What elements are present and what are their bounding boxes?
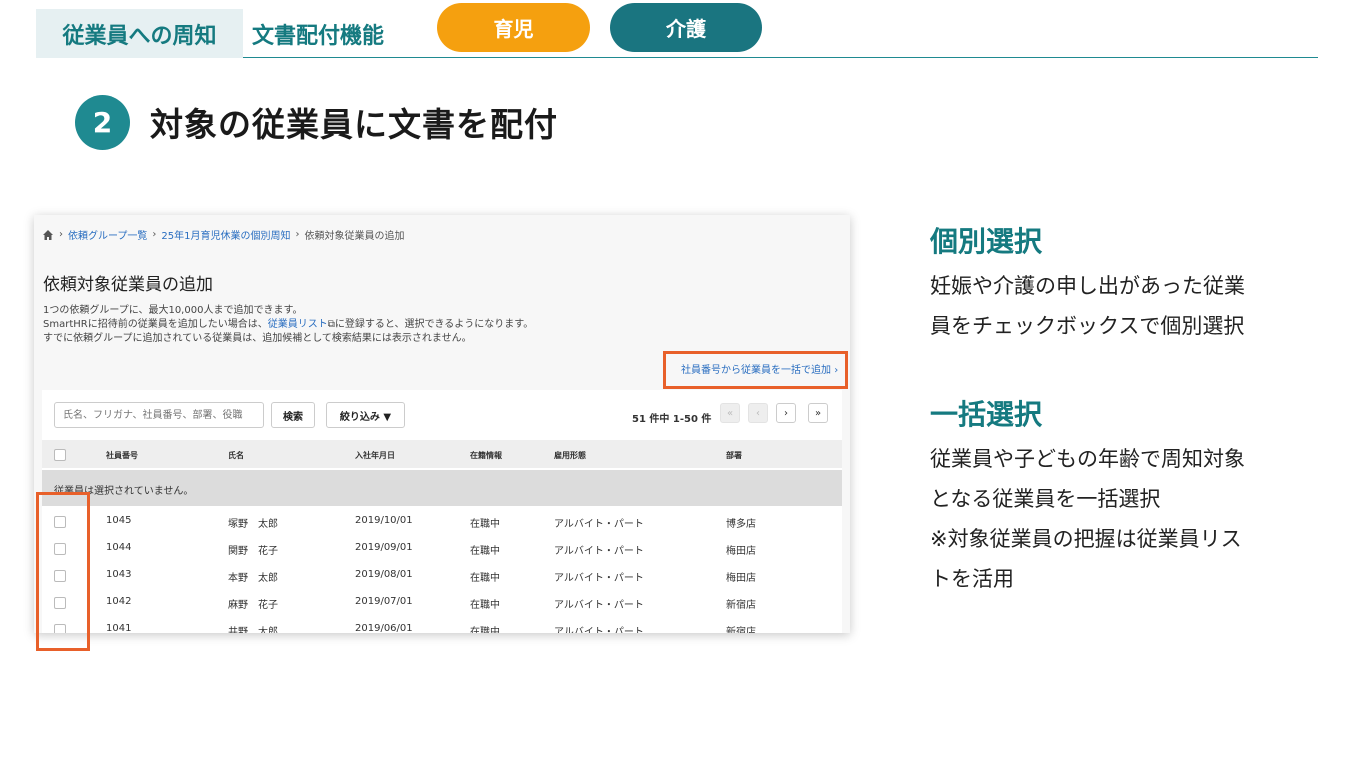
column-header: 氏名 — [228, 451, 244, 460]
table-header: 社員番号 氏名 入社年月日 在籍情報 雇用形態 部署 — [42, 440, 842, 468]
body-line: 妊娠や介護の申し出があった従業 — [930, 274, 1245, 298]
column-header: 入社年月日 — [355, 451, 395, 460]
body-line: ※対象従業員の把握は従業員リス — [930, 527, 1242, 551]
body-line: トを活用 — [930, 567, 1014, 591]
cell-type: アルバイト・パート — [554, 627, 644, 633]
step-number-badge: 2 — [75, 95, 130, 150]
result-count: 51 件中 1-50 件 — [632, 414, 712, 425]
cell-status: 在職中 — [470, 573, 500, 584]
app-screenshot-panel: › 依頼グループ一覧 › 25年1月育児休業の個別周知 › 依頼対象従業員の追加… — [34, 215, 850, 633]
cell-status: 在職中 — [470, 600, 500, 611]
note-text: SmartHRに招待前の従業員を追加したい場合は、 — [43, 319, 268, 330]
cell-date: 2019/09/01 — [355, 542, 413, 553]
home-icon[interactable] — [42, 229, 54, 241]
breadcrumb-request-groups[interactable]: 依頼グループ一覧 — [68, 227, 147, 242]
column-header: 雇用形態 — [554, 451, 586, 460]
individual-selection-title: 個別選択 — [930, 225, 1043, 258]
last-page-button[interactable]: » — [808, 403, 828, 423]
cell-name: 関野 花子 — [228, 546, 278, 557]
note-line: 1つの依頼グループに、最大10,000人まで追加できます。 — [43, 305, 303, 316]
tab-document-distribution[interactable]: 文書配付機能 — [252, 9, 384, 58]
cell-id: 1041 — [106, 623, 132, 633]
cell-type: アルバイト・パート — [554, 546, 644, 557]
cell-type: アルバイト・パート — [554, 519, 644, 530]
cell-id: 1043 — [106, 569, 132, 580]
cell-date: 2019/06/01 — [355, 623, 413, 633]
breadcrumb-current: 依頼対象従業員の追加 — [304, 231, 405, 242]
table-row[interactable]: 1044 関野 花子 2019/09/01 在職中 アルバイト・パート 梅田店 — [42, 534, 842, 562]
search-input[interactable] — [54, 402, 264, 428]
filter-button[interactable]: 絞り込み ▼ — [326, 402, 405, 428]
tab-employee-notice[interactable]: 従業員への周知 — [36, 9, 243, 58]
cell-dept: 新宿店 — [726, 600, 756, 611]
body-line: となる従業員を一括選択 — [930, 487, 1161, 511]
cell-id: 1042 — [106, 596, 132, 607]
select-all-checkbox[interactable] — [54, 449, 66, 461]
cell-id: 1044 — [106, 542, 132, 553]
childcare-pill-button[interactable]: 育児 — [437, 3, 590, 52]
bulk-add-highlight — [663, 351, 848, 389]
chevron-right-icon: › — [295, 229, 300, 240]
cell-dept: 新宿店 — [726, 627, 756, 633]
cell-name: 麻野 花子 — [228, 600, 278, 611]
individual-selection-body: 妊娠や介護の申し出があった従業 員をチェックボックスで個別選択 — [930, 266, 1310, 346]
cell-dept: 梅田店 — [726, 573, 756, 584]
column-header: 社員番号 — [106, 451, 138, 460]
table-row[interactable]: 1042 麻野 花子 2019/07/01 在職中 アルバイト・パート 新宿店 — [42, 588, 842, 616]
external-link-icon: ⧉ — [327, 319, 335, 330]
employee-list-link[interactable]: 従業員リスト — [268, 319, 328, 330]
chevron-right-icon: › — [152, 229, 157, 240]
next-page-button[interactable]: › — [776, 403, 796, 423]
chevron-right-icon: › — [59, 229, 63, 240]
step-title: 対象の従業員に文書を配付 — [150, 105, 558, 144]
note-text: に登録すると、選択できるようになります。 — [334, 319, 534, 330]
prev-page-button[interactable]: ‹ — [748, 403, 768, 423]
cell-status: 在職中 — [470, 546, 500, 557]
cell-dept: 博多店 — [726, 519, 756, 530]
table-row[interactable]: 1041 井野 太郎 2019/06/01 在職中 アルバイト・パート 新宿店 — [42, 615, 842, 633]
cell-date: 2019/07/01 — [355, 596, 413, 607]
breadcrumb-notice-group[interactable]: 25年1月育児休業の個別周知 — [161, 227, 290, 242]
info-notes: 1つの依頼グループに、最大10,000人まで追加できます。 SmartHRに招待… — [43, 304, 533, 346]
table-row[interactable]: 1045 塚野 太郎 2019/10/01 在職中 アルバイト・パート 博多店 — [42, 507, 842, 535]
checkbox-column-highlight — [36, 492, 90, 651]
column-header: 部署 — [726, 451, 742, 460]
bulk-selection-body: 従業員や子どもの年齢で周知対象 となる従業員を一括選択 ※対象従業員の把握は従業… — [930, 439, 1310, 599]
cell-type: アルバイト・パート — [554, 600, 644, 611]
column-header: 在籍情報 — [470, 451, 502, 460]
cell-date: 2019/08/01 — [355, 569, 413, 580]
cell-status: 在職中 — [470, 627, 500, 633]
cell-date: 2019/10/01 — [355, 515, 413, 526]
table-row[interactable]: 1043 本野 太郎 2019/08/01 在職中 アルバイト・パート 梅田店 — [42, 561, 842, 589]
note-line: すでに依頼グループに追加されている従業員は、追加候補として検索結果には表示されま… — [43, 333, 472, 344]
first-page-button[interactable]: « — [720, 403, 740, 423]
care-pill-button[interactable]: 介護 — [610, 3, 762, 52]
note-line: SmartHRに招待前の従業員を追加したい場合は、従業員リスト⧉に登録すると、選… — [43, 318, 533, 332]
empty-selection-row: 従業員は選択されていません。 — [42, 470, 842, 506]
employee-table-card: 検索 絞り込み ▼ 51 件中 1-50 件 « ‹ › » 社員番号 氏名 入… — [42, 390, 842, 633]
cell-name: 塚野 太郎 — [228, 519, 278, 530]
cell-name: 井野 太郎 — [228, 627, 278, 633]
body-line: 従業員や子どもの年齢で周知対象 — [930, 447, 1245, 471]
cell-status: 在職中 — [470, 519, 500, 530]
bulk-selection-title: 一括選択 — [930, 398, 1043, 431]
cell-dept: 梅田店 — [726, 546, 756, 557]
cell-name: 本野 太郎 — [228, 573, 278, 584]
breadcrumb: › 依頼グループ一覧 › 25年1月育児休業の個別周知 › 依頼対象従業員の追加 — [42, 227, 405, 242]
cell-type: アルバイト・パート — [554, 573, 644, 584]
body-line: 員をチェックボックスで個別選択 — [930, 314, 1245, 338]
header-divider — [243, 57, 1318, 58]
cell-id: 1045 — [106, 515, 132, 526]
page-title: 依頼対象従業員の追加 — [43, 275, 213, 295]
search-button[interactable]: 検索 — [271, 402, 315, 428]
